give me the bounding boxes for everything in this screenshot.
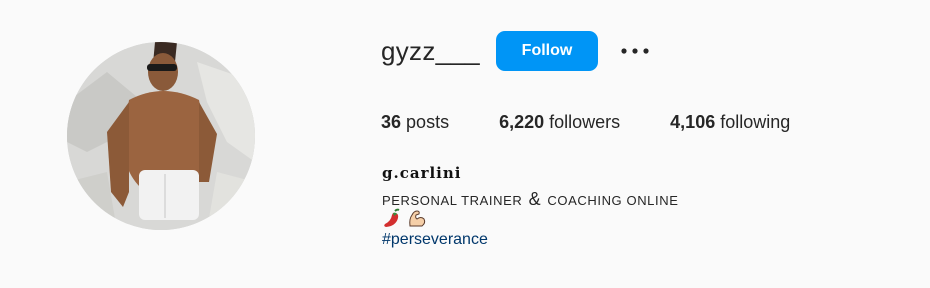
profile-avatar[interactable] [67, 42, 255, 230]
followers-stat[interactable]: 6,220 followers [499, 112, 620, 133]
following-stat[interactable]: 4,106 following [670, 112, 790, 133]
followers-count: 6,220 [499, 112, 545, 132]
bio-text-part2: COACHING ONLINE [547, 193, 679, 208]
follow-button[interactable]: Follow [496, 31, 598, 71]
posts-count: 36 [381, 112, 402, 132]
followers-label: followers [549, 112, 621, 132]
more-options-icon [621, 48, 649, 54]
profile-stats: 36 posts 6,220 followers 4,106 following [381, 112, 840, 133]
more-options-button[interactable] [618, 36, 652, 66]
bio-hashtag-link[interactable]: #perseverance [382, 231, 488, 249]
following-count: 4,106 [670, 112, 716, 132]
profile-full-name: g.carlini [382, 164, 462, 182]
posts-stat: 36 posts [381, 112, 449, 133]
bio-text-part1: PERSONAL TRAINER [382, 193, 523, 208]
bio-ampersand: & [528, 189, 542, 209]
bio-emoji-row [381, 207, 428, 229]
following-label: following [720, 112, 791, 132]
profile-username: gyzz___ [381, 36, 480, 66]
flexed-biceps-icon [409, 210, 426, 227]
posts-label: posts [406, 112, 450, 132]
chili-pepper-icon [384, 208, 400, 227]
